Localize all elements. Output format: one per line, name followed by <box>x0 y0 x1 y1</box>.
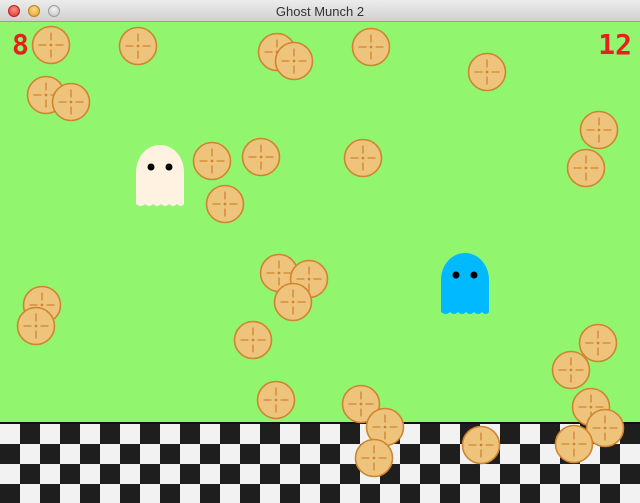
cookie-icon <box>467 52 507 92</box>
player-score-left: 8 <box>12 28 29 61</box>
cookie-icon <box>31 25 71 65</box>
cookie-icon <box>241 137 281 177</box>
window-title: Ghost Munch 2 <box>275 4 365 19</box>
cookie-icon <box>343 138 383 178</box>
cookie-icon <box>551 350 591 390</box>
cookie-icon <box>256 380 296 420</box>
player-score-right: 12 <box>598 28 632 61</box>
white-ghost <box>136 145 184 206</box>
cookie-icon <box>579 110 619 150</box>
cookie-icon <box>566 148 606 188</box>
cookie-icon <box>354 438 394 478</box>
cookie-icon <box>274 41 314 81</box>
cookie-icon <box>51 82 91 122</box>
game-field[interactable]: 8 12 <box>0 22 640 503</box>
cookie-icon <box>273 282 313 322</box>
blue-ghost <box>441 253 489 314</box>
cookie-icon <box>16 306 56 346</box>
cookie-icon <box>554 424 594 464</box>
cookie-icon <box>192 141 232 181</box>
checkered-finish-strip <box>0 422 640 503</box>
cookie-icon <box>118 26 158 66</box>
cookie-icon <box>461 425 501 465</box>
cookie-icon <box>205 184 245 224</box>
ghost-body <box>441 253 489 314</box>
window-titlebar: Ghost Munch 2 <box>0 0 640 22</box>
cookie-icon <box>351 27 391 67</box>
ghost-body <box>136 145 184 206</box>
cookie-icon <box>233 320 273 360</box>
